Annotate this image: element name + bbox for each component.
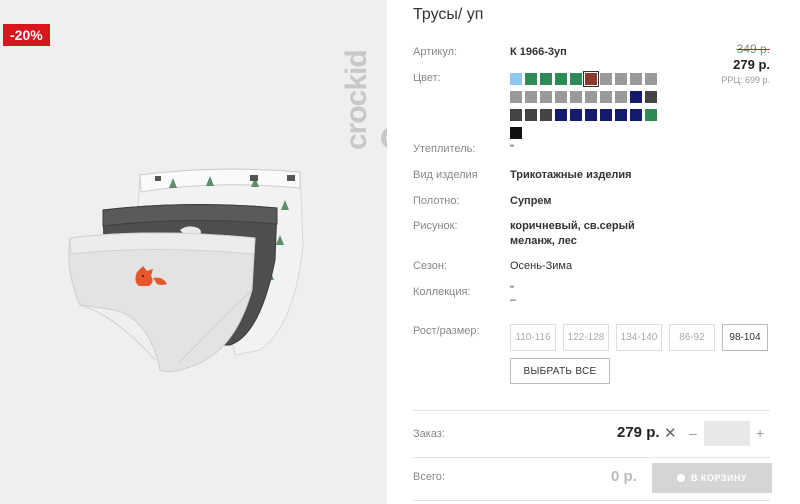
brand-logo-text: crockid — [340, 50, 373, 150]
color-swatch[interactable] — [525, 91, 537, 103]
season-value: Осень-Зима — [510, 260, 573, 272]
season-label: Сезон: — [413, 260, 447, 272]
color-swatch[interactable] — [615, 73, 627, 85]
rrp-price: РРЦ: 699 р. — [721, 75, 770, 85]
add-to-cart-label: В КОРЗИНУ — [690, 473, 748, 483]
size-option[interactable]: 134-140 — [616, 324, 662, 351]
cart-icon — [676, 474, 685, 482]
color-swatch[interactable] — [555, 73, 567, 85]
color-swatch[interactable] — [600, 91, 612, 103]
color-swatch[interactable] — [570, 73, 582, 85]
decrease-quantity-button[interactable]: – — [689, 425, 697, 441]
color-swatch[interactable] — [540, 109, 552, 121]
color-swatch[interactable] — [510, 73, 522, 85]
quantity-input[interactable] — [704, 421, 750, 446]
total-label: Всего: — [413, 471, 445, 483]
collection-value-line2: – — [510, 294, 517, 306]
color-swatch[interactable] — [630, 109, 642, 121]
color-swatch[interactable] — [645, 73, 657, 85]
color-swatch[interactable] — [645, 109, 657, 121]
color-swatch[interactable] — [540, 73, 552, 85]
color-swatch[interactable] — [615, 91, 627, 103]
divider — [413, 500, 770, 501]
color-swatch[interactable] — [630, 73, 642, 85]
color-swatch[interactable] — [585, 109, 597, 121]
total-price: 0 р. — [611, 468, 637, 485]
pattern-value-line1: коричневый, св.серый — [510, 220, 635, 232]
size-option[interactable]: 122-128 — [563, 324, 609, 351]
size-label: Рост/размер: — [413, 325, 480, 337]
kind-label: Вид изделия — [413, 169, 478, 181]
order-label: Заказ: — [413, 428, 445, 440]
color-swatch[interactable] — [510, 127, 522, 139]
color-swatch[interactable] — [555, 91, 567, 103]
color-swatch[interactable] — [615, 109, 627, 121]
discount-badge: -20% — [3, 24, 50, 46]
briefs-illustration — [68, 168, 304, 373]
kind-value: Трикотажные изделия — [510, 169, 632, 181]
color-swatch[interactable] — [583, 71, 599, 87]
insulation-value: " — [510, 143, 514, 155]
pattern-value-line2: меланж, лес — [510, 235, 577, 247]
size-option[interactable]: 110-116 — [510, 324, 556, 351]
color-swatch[interactable] — [510, 91, 522, 103]
color-swatch[interactable] — [555, 109, 567, 121]
color-swatch[interactable] — [510, 109, 522, 121]
multiply-icon: ✕ — [664, 425, 677, 442]
size-options: 110-116 122-128 134-140 86-92 98-104 — [510, 324, 768, 351]
color-label: Цвет: — [413, 72, 441, 84]
product-title: Трусы/ уп — [413, 6, 484, 23]
collection-label: Коллекция: — [413, 286, 471, 298]
fabric-value: Супрем — [510, 195, 552, 207]
select-all-button[interactable]: ВЫБРАТЬ ВСЕ — [510, 358, 610, 384]
pattern-label: Рисунок: — [413, 220, 458, 232]
color-swatch[interactable] — [540, 91, 552, 103]
color-swatch[interactable] — [630, 91, 642, 103]
brand-ring-icon — [381, 127, 387, 149]
fabric-label: Полотно: — [413, 195, 460, 207]
color-swatch[interactable] — [600, 73, 612, 85]
color-swatch[interactable] — [570, 91, 582, 103]
color-swatches — [510, 71, 660, 145]
color-swatch[interactable] — [570, 109, 582, 121]
article-label: Артикул: — [413, 46, 458, 58]
order-price: 279 р. — [617, 424, 660, 441]
old-price: 349 р. — [736, 42, 770, 56]
color-swatch[interactable] — [525, 73, 537, 85]
current-price: 279 р. — [733, 57, 770, 72]
color-swatch[interactable] — [585, 91, 597, 103]
divider — [413, 410, 770, 411]
size-option[interactable]: 98-104 — [722, 324, 768, 351]
divider — [413, 457, 770, 458]
article-value: К 1966-3уп — [510, 46, 567, 58]
brand-logo: crockid — [340, 50, 387, 150]
product-image[interactable]: -20% crockid — [0, 0, 387, 504]
increase-quantity-button[interactable]: + — [756, 425, 764, 441]
insulation-label: Утеплитель: — [413, 143, 476, 155]
color-swatch[interactable] — [600, 109, 612, 121]
color-swatch[interactable] — [645, 91, 657, 103]
add-to-cart-button[interactable]: В КОРЗИНУ — [652, 463, 772, 493]
color-swatch[interactable] — [525, 109, 537, 121]
size-option[interactable]: 86-92 — [669, 324, 715, 351]
